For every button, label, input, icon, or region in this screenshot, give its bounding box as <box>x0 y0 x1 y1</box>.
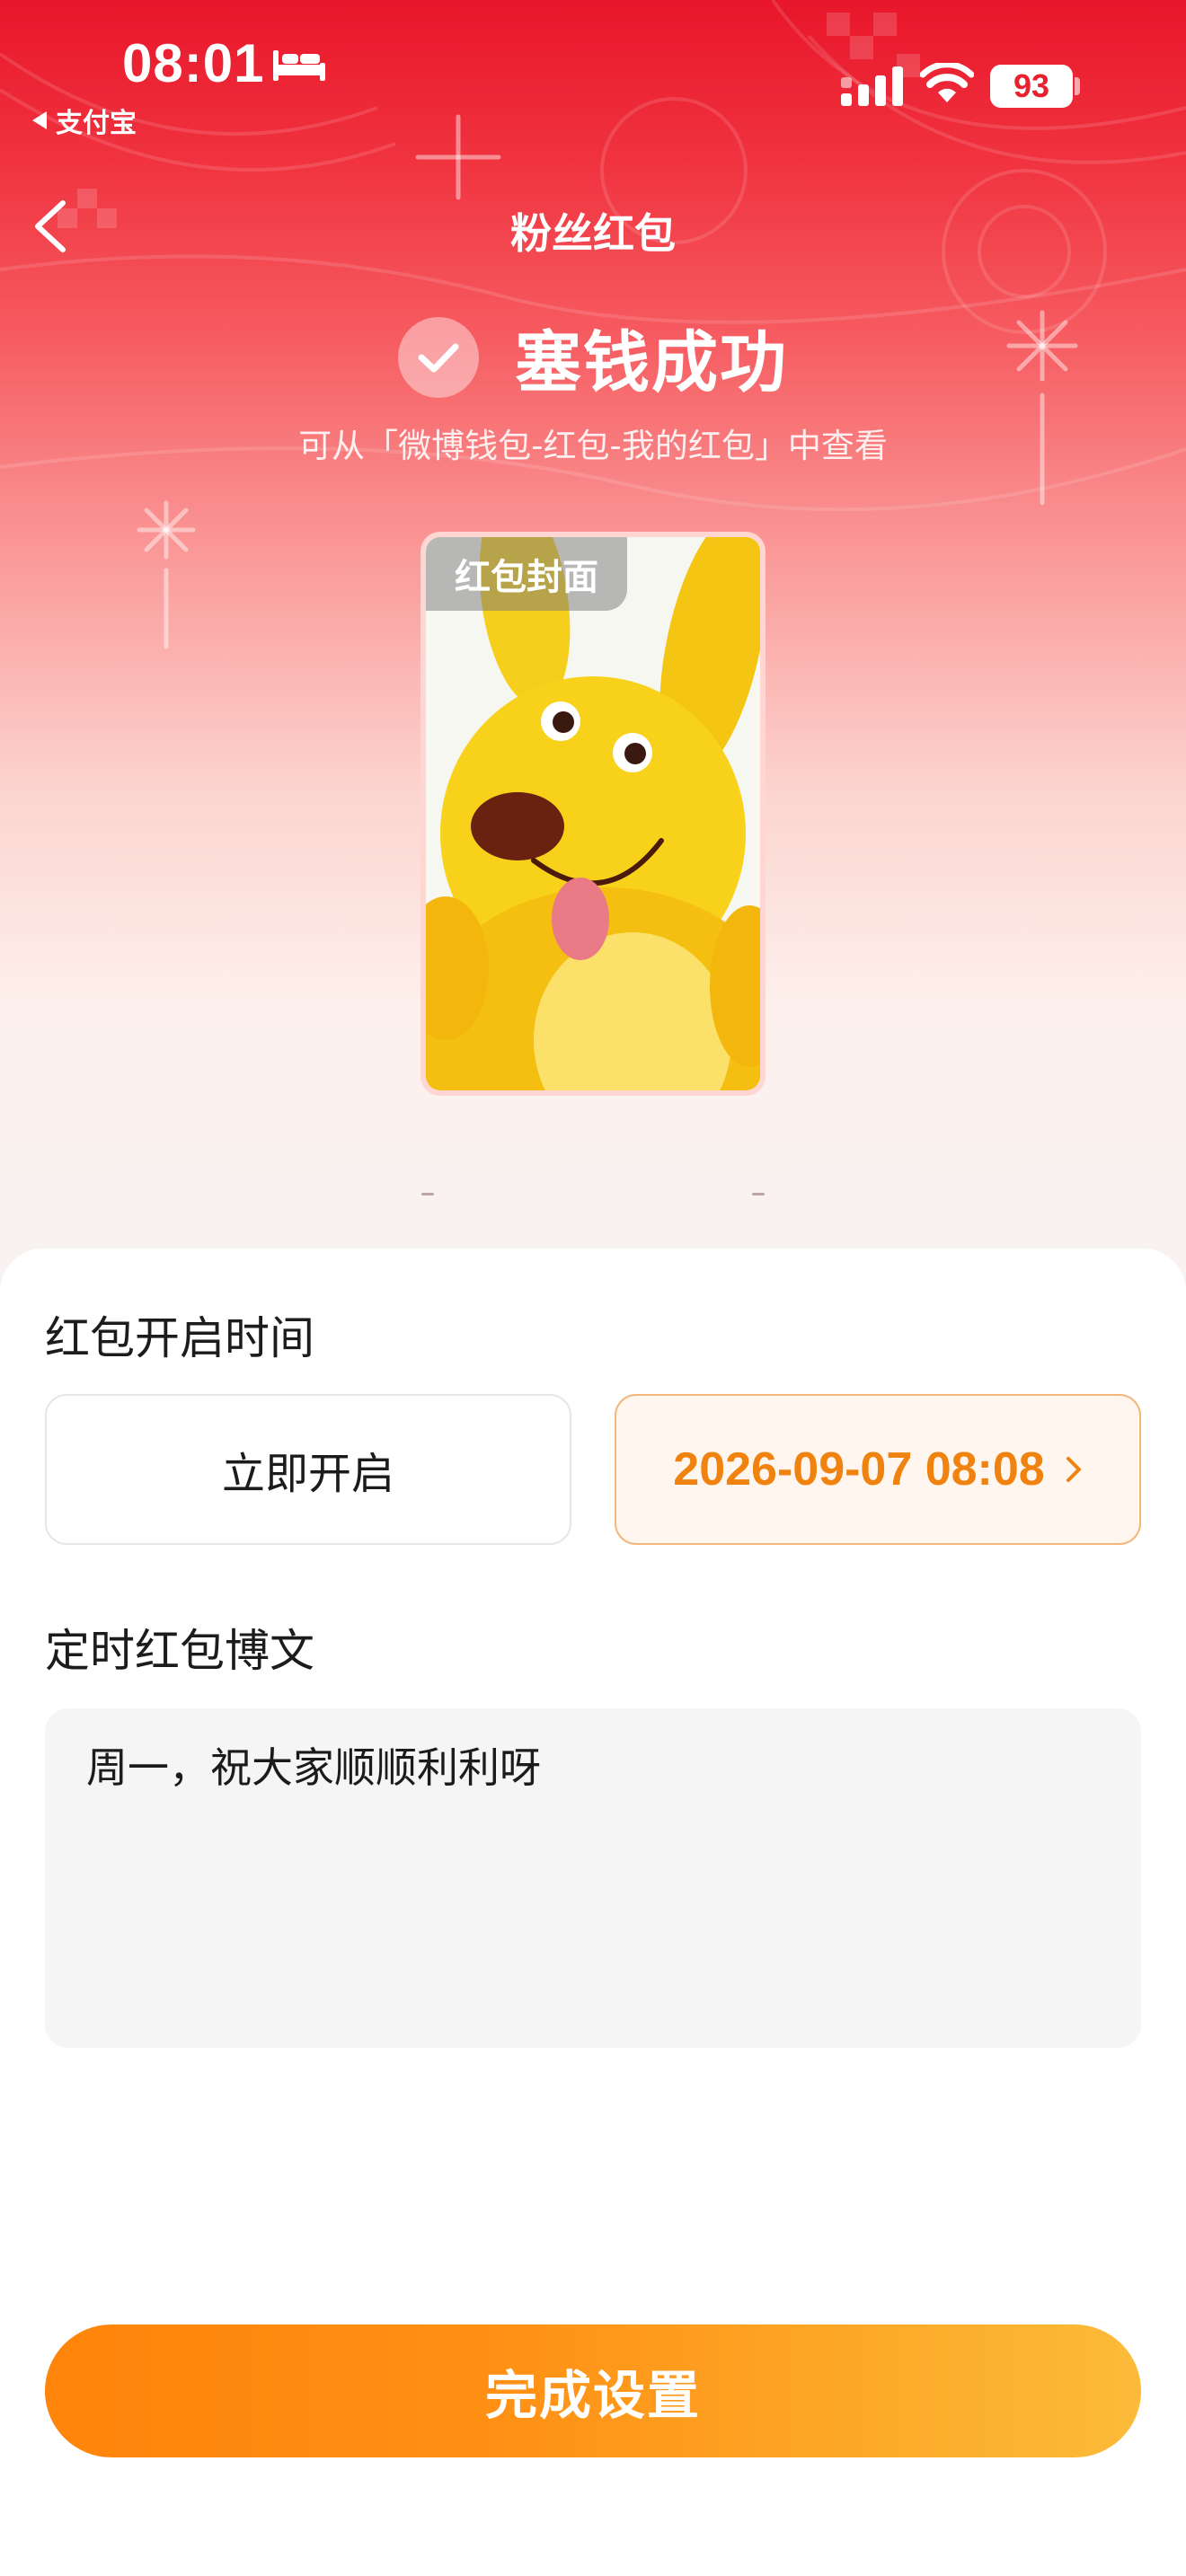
open-now-option[interactable]: 立即开启 <box>45 1394 571 1545</box>
signal-icon <box>841 66 903 106</box>
red-packet-cover[interactable]: 红包封面 <box>420 532 766 1096</box>
chevron-right-icon <box>1066 1457 1081 1482</box>
pager-dash <box>752 1193 765 1195</box>
scheduled-time-option[interactable]: 2026-09-07 08:08 <box>615 1394 1141 1545</box>
back-to-app-link[interactable]: 支付宝 <box>32 101 137 140</box>
post-text-value: 周一，祝大家顺顺利利呀 <box>86 1743 541 1792</box>
open-now-label: 立即开启 <box>221 1449 394 1499</box>
success-header: 塞钱成功 <box>0 309 1186 405</box>
check-icon <box>398 316 479 398</box>
cover-badge: 红包封面 <box>426 537 627 611</box>
scheduled-time-value: 2026-09-07 08:08 <box>673 1443 1045 1495</box>
cover-mascot-image <box>426 537 760 1090</box>
wifi-icon <box>920 63 974 102</box>
success-title: 塞钱成功 <box>515 324 788 401</box>
page-title: 粉丝红包 <box>510 209 676 258</box>
done-button-label: 完成设置 <box>484 2365 701 2426</box>
done-button[interactable]: 完成设置 <box>45 2325 1141 2457</box>
open-time-section-title: 红包开启时间 <box>45 1312 314 1364</box>
pager-dash <box>421 1193 434 1195</box>
battery-level: 93 <box>1013 67 1050 104</box>
battery-icon: 93 <box>990 65 1073 108</box>
bed-icon <box>273 50 325 81</box>
status-time: 08:01 <box>122 33 265 93</box>
post-text-input[interactable]: 周一，祝大家顺顺利利呀 <box>45 1708 1141 2048</box>
success-subtitle: 可从「微博钱包-红包-我的红包」中查看 <box>298 427 888 465</box>
battery-tip <box>1075 77 1080 95</box>
back-app-label: 支付宝 <box>56 108 137 139</box>
back-triangle-icon <box>32 111 47 129</box>
post-section-title: 定时红包博文 <box>45 1625 314 1677</box>
